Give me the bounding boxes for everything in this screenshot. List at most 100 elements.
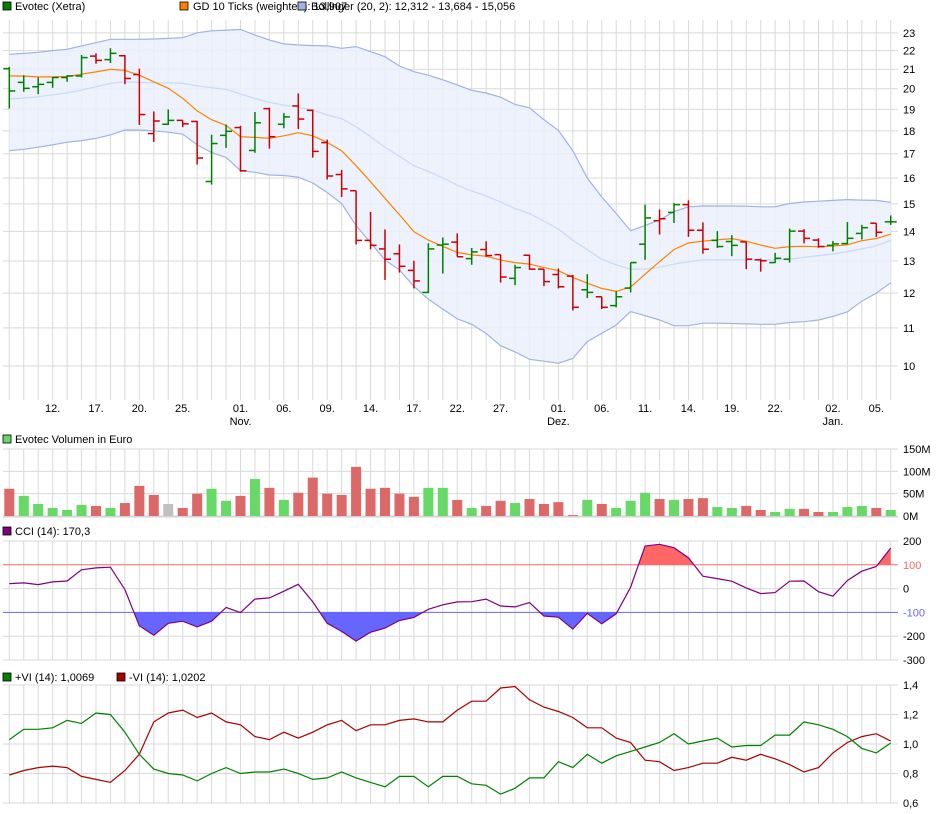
- date-axis: 12. 17. 20. 25. 01.Nov.06. 09. 14. 17. 22. 27. 01.…: [45, 403, 884, 428]
- price-axis-label: 17: [903, 149, 915, 161]
- date-label: 05.: [869, 403, 884, 415]
- price-legend: Evotec (Xetra) GD 10 Ticks (weighted): 1…: [2, 1, 515, 13]
- volume-bar: [481, 505, 492, 516]
- volume-bar: [697, 498, 708, 516]
- volume-bar: [62, 509, 73, 516]
- legend-cci: CCI (14): 170,3: [15, 526, 90, 538]
- volume-bar: [625, 500, 636, 516]
- vi-axis-label: 1,2: [903, 710, 918, 722]
- volume-bar: [567, 515, 578, 517]
- vi-panel: 1,4 1,2 1,0 0,8 0,6: [3, 680, 918, 810]
- volume-bar: [206, 488, 217, 516]
- price-axis-label: 10: [903, 361, 915, 373]
- cci-panel: 200 100 0 -100 -200 -300: [3, 536, 925, 667]
- date-label: 17.: [88, 403, 103, 415]
- volume-bar: [76, 504, 87, 516]
- volume-bar: [134, 485, 145, 516]
- date-label: 01.: [551, 403, 566, 415]
- legend-swatch-ma: [179, 1, 189, 11]
- legend-vi-plus: +VI (14): 1,0069: [15, 672, 94, 684]
- price-axis-label: 19: [903, 104, 915, 116]
- price-axis-label: 14: [903, 226, 915, 238]
- legend-volume: Evotec Volumen in Euro: [15, 434, 132, 446]
- price-axis-label: 15: [903, 199, 915, 211]
- vi-plus-line: [8, 712, 892, 795]
- volume-bar: [163, 503, 174, 516]
- volume-bar: [640, 492, 651, 516]
- volume-bar: [177, 507, 188, 516]
- volume-bar: [827, 511, 838, 516]
- volume-bar: [322, 493, 333, 516]
- date-label: 14.: [363, 403, 378, 415]
- volume-bar: [293, 492, 304, 516]
- volume-bar: [33, 503, 44, 516]
- volume-bar: [47, 507, 58, 516]
- date-label: 01.: [233, 403, 248, 415]
- volume-bar: [365, 488, 376, 516]
- volume-axis-label: 0M: [903, 511, 918, 523]
- volume-bar: [669, 499, 679, 516]
- volume-bar: [856, 505, 867, 516]
- price-axis-label: 21: [903, 64, 915, 76]
- date-label: 22.: [450, 403, 465, 415]
- volume-bar: [553, 502, 564, 516]
- volume-bar: [842, 507, 853, 516]
- bollinger-band-fill: [9, 29, 891, 364]
- month-label: Jan.: [823, 416, 844, 428]
- volume-axis-label: 150M: [903, 444, 931, 456]
- volume-bar: [4, 488, 15, 516]
- price-axis-label: 11: [903, 323, 914, 335]
- volume-bar: [235, 495, 246, 516]
- price-axis-label: 13: [903, 256, 915, 268]
- price-axis-label: 23: [903, 28, 915, 40]
- date-label: 22.: [768, 403, 783, 415]
- cci-axis-label: 0: [903, 584, 909, 596]
- date-label: 25.: [175, 403, 190, 415]
- volume-bar: [307, 477, 318, 516]
- volume-bar: [495, 500, 506, 516]
- legend-swatch-price: [2, 1, 12, 11]
- legend-swatch-vi-minus: [116, 672, 126, 682]
- volume-bar: [408, 496, 419, 516]
- volume-bar: [726, 507, 737, 516]
- volume-axis-label: 100M: [903, 466, 931, 478]
- volume-bar: [871, 507, 882, 516]
- vi-axis-label: 0,6: [903, 798, 918, 810]
- vi-legend: +VI (14): 1,0069 -VI (14): 1,0202: [2, 672, 205, 684]
- volume-bar: [538, 503, 549, 516]
- date-label: 17.: [406, 403, 421, 415]
- vi-minus-line: [9, 685, 891, 784]
- legend-swatch-volume: [2, 434, 12, 444]
- volume-bar: [351, 466, 362, 516]
- price-axis-label: 12: [903, 288, 915, 300]
- volume-bar: [510, 503, 521, 516]
- volume-bar: [119, 503, 130, 516]
- volume-legend: Evotec Volumen in Euro: [2, 434, 132, 446]
- volume-bar: [221, 500, 232, 516]
- volume-bar: [336, 495, 347, 516]
- cci-axis-label: -200: [903, 631, 925, 643]
- volume-bar: [741, 505, 752, 516]
- volume-bar: [885, 509, 896, 516]
- date-label: 12.: [45, 403, 60, 415]
- volume-bar: [770, 511, 781, 516]
- date-label: 14.: [681, 403, 696, 415]
- volume-bar: [524, 499, 535, 516]
- volume-bar: [148, 495, 159, 516]
- volume-bar: [278, 499, 289, 516]
- cci-legend: CCI (14): 170,3: [2, 526, 90, 538]
- volume-bar: [582, 499, 593, 516]
- volume-bar: [264, 487, 275, 516]
- volume-bar: [596, 503, 607, 516]
- volume-bar: [813, 511, 824, 516]
- price-axis-label: 20: [903, 84, 915, 96]
- volume-panel: 0M 50M 100M 150M: [3, 444, 931, 523]
- volume-bar: [437, 487, 448, 516]
- volume-bar: [192, 493, 203, 516]
- date-label: 20.: [132, 403, 147, 415]
- volume-bar: [784, 508, 795, 516]
- volume-bar: [712, 507, 723, 516]
- cci-axis-label: 100: [903, 560, 921, 572]
- volume-bar: [799, 508, 810, 516]
- legend-bollinger: Bollinger (20, 2): 12,312 - 13,684 - 15,…: [311, 1, 515, 13]
